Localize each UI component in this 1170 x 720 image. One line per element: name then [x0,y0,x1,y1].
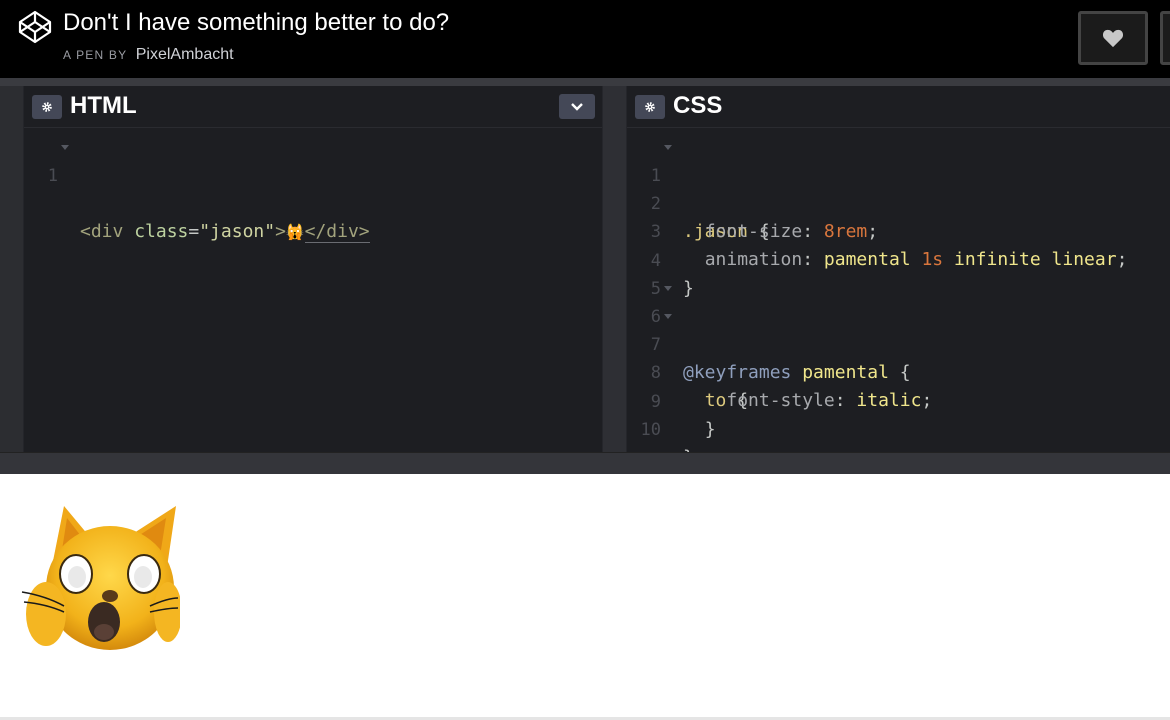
css-settings-button[interactable] [635,95,665,119]
code-line: 9 } [627,360,1170,440]
css-editor-pane: CSS 1 .jason { 2 font-size: 8rem; 3 anim… [627,86,1170,468]
code-line: 6 @keyframes pamental { [627,275,1170,383]
editor-top-strip [0,78,1170,86]
pen-title: Don't I have something better to do? [63,9,450,36]
code-line: 5 [627,247,1170,299]
chevron-down-icon [571,102,583,111]
html-settings-button[interactable] [32,95,62,119]
more-button[interactable] [1160,11,1170,65]
fold-arrow-icon[interactable] [664,314,672,320]
byline-prefix: A PEN BY [63,48,128,62]
html-editor-pane: HTML 1 <div class="jason">🙀</div> [24,86,602,452]
line-number: 10 [640,419,661,440]
code-line: 8 font-style: italic; [627,331,1170,411]
author-link[interactable]: PixelAmbacht [136,46,234,63]
html-attr-eq: = [188,221,200,242]
love-button[interactable] [1078,11,1148,65]
weary-cat-emoji [21,506,180,650]
editor-resize-bar[interactable] [0,452,1170,474]
pen-header: Don't I have something better to do? A P… [0,0,1170,78]
html-attr-value: "jason" [199,221,276,242]
html-pane-header: HTML [24,86,602,128]
fold-arrow-icon[interactable] [664,145,672,150]
html-close-tag: </div> [304,221,370,243]
html-attr-name: class [134,221,189,242]
code-line: 7 to { [627,303,1170,411]
code-line: 4 } [627,219,1170,299]
editor-left-rail [0,86,24,452]
css-pane-header: CSS [627,86,1170,128]
code-text: <div class="jason">🙀</div> [80,218,370,246]
code-line: 2 font-size: 8rem; [627,162,1170,242]
html-open-tag: <div [80,221,135,242]
gear-icon [42,102,52,112]
fold-arrow-icon[interactable] [664,285,672,291]
fold-arrow-icon[interactable] [61,145,69,150]
html-code[interactable]: 1 <div class="jason">🙀</div> [24,134,602,243]
html-collapse-button[interactable] [559,94,595,119]
heart-icon [1102,29,1124,48]
code-line: 10 } [627,388,1170,468]
html-tag-end: > [275,221,286,242]
pen-byline: A PEN BY PixelAmbacht [63,46,234,64]
html-emoji: 🙀 [285,223,305,241]
pane-resize-handle[interactable] [602,86,627,452]
code-line: 1 .jason { [627,134,1170,242]
code-line: 3 animation: pamental 1s infinite linear… [627,190,1170,270]
html-pane-title: HTML [70,92,137,119]
gear-icon [645,102,655,112]
line-number: 1 [47,166,58,186]
editor-area: HTML 1 <div class="jason">🙀</div> CSS 1 … [0,78,1170,474]
css-code[interactable]: 1 .jason { 2 font-size: 8rem; 3 animatio… [627,134,1170,468]
code-line: 1 <div class="jason">🙀</div> [24,134,602,243]
css-pane-title: CSS [673,92,723,119]
codepen-logo-icon[interactable] [18,10,52,44]
result-preview [0,474,1170,720]
